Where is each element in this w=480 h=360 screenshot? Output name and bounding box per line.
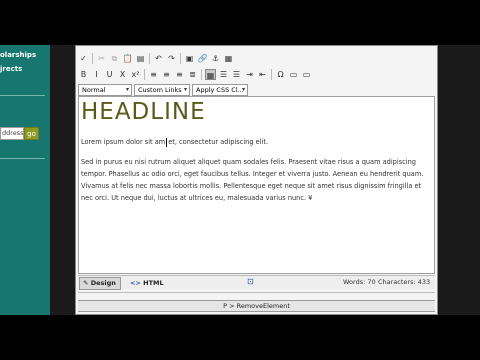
sidebar-divider: [0, 158, 45, 159]
design-tab-label: Design: [90, 279, 116, 287]
paste-text-icon[interactable]: ▤: [135, 53, 146, 64]
indent-icon[interactable]: ⇥: [244, 69, 255, 80]
custom-links-select[interactable]: Custom Links: [134, 84, 190, 96]
paragraph-1-text-start: Lorem ipsum dolor sit am: [81, 138, 166, 146]
cut-icon[interactable]: ✂: [96, 53, 107, 64]
outdent-icon[interactable]: ⇤: [257, 69, 268, 80]
headline: HEADLINE: [81, 99, 206, 125]
word-count: Words: 70: [343, 278, 376, 286]
copy-icon[interactable]: ⧉: [109, 53, 120, 64]
html-tab[interactable]: <> HTML: [126, 277, 168, 290]
undo-icon[interactable]: ↶: [153, 53, 164, 64]
go-button[interactable]: go: [24, 127, 39, 140]
superscript-icon[interactable]: x²: [130, 69, 141, 80]
table-icon[interactable]: ▦: [205, 68, 216, 80]
toolbar-separator: [144, 68, 145, 80]
paste-icon[interactable]: 📋: [122, 53, 133, 64]
bold-icon[interactable]: B: [78, 69, 89, 80]
paragraph-1-text-end: et, consectetur adipiscing elit.: [168, 138, 269, 146]
ordered-list-icon[interactable]: ☰: [218, 69, 229, 80]
sidebar-divider: [0, 95, 45, 96]
html-tab-label: HTML: [143, 279, 164, 287]
italic-icon[interactable]: I: [91, 69, 102, 80]
sidebar-link-scholarships[interactable]: olarships: [0, 51, 36, 59]
tag-path-bar[interactable]: P > RemoveElement: [78, 300, 435, 312]
toolbar-separator: [92, 52, 93, 64]
document-manager-icon[interactable]: ▦: [223, 53, 234, 64]
toolbar-row-3: Normal Custom Links Apply CSS Cl...: [78, 83, 248, 97]
hyperlink-manager-icon[interactable]: ⚓: [210, 53, 221, 64]
toolbar-row-1: ✓ ✂ ⧉ 📋 ▤ ↶ ↷ ▣ 🔗 ⚓ ▦: [78, 51, 234, 65]
css-class-select[interactable]: Apply CSS Cl...: [192, 84, 248, 96]
strikethrough-icon[interactable]: X: [117, 69, 128, 80]
sidebar-link-projects[interactable]: jrects: [0, 65, 22, 73]
divider: [78, 292, 435, 293]
design-tab[interactable]: ✎ Design: [79, 277, 121, 290]
spellcheck-icon[interactable]: ✓: [78, 53, 89, 64]
toolbar-separator: [271, 68, 272, 80]
toolbar-separator: [201, 68, 202, 80]
insert-table-icon[interactable]: ▭: [288, 69, 299, 80]
screen-frame: olarships jrects ddress go ✓ ✂ ⧉ 📋 ▤ ↶ ↷ ▣ 🔗 ⚓ ▦ B…: [0, 45, 480, 315]
character-count: Characters: 433: [378, 278, 431, 286]
toolbar-separator: [149, 52, 150, 64]
toolbar-separator: [180, 52, 181, 64]
justify-icon[interactable]: ≣: [187, 69, 198, 80]
align-left-icon[interactable]: ≡: [148, 69, 159, 80]
toolbar-row-2: B I U Xx² ≡ ≡ ≡ ≣ ▦ ☰ ☰ ⇥ ⇤ Ω ▭ ▭: [78, 67, 312, 81]
align-right-icon[interactable]: ≡: [174, 69, 185, 80]
image-icon[interactable]: ▣: [184, 53, 195, 64]
html-icon: <>: [130, 279, 141, 287]
paragraph-format-select[interactable]: Normal: [78, 84, 132, 96]
rich-text-editor: ✓✂⧉📋▤↶↷▣🔗⚓▦ BIUXx²≡≡≡≣▦☰☰⇥⇤Ω▭▭ Normal Cu…: [75, 45, 438, 315]
paragraph-2: Sed in purus eu nisi rutrum aliquet aliq…: [81, 158, 424, 202]
resize-icon[interactable]: ⊡: [247, 277, 254, 286]
more-icon[interactable]: ▭: [301, 69, 312, 80]
link-icon[interactable]: 🔗: [197, 53, 208, 64]
align-center-icon[interactable]: ≡: [161, 69, 172, 80]
status-bar: ✎ Design <> HTML ⊡ Words: 70 Characters:…: [78, 275, 435, 290]
bullet-list-icon[interactable]: ☰: [231, 69, 242, 80]
sidebar-search-input[interactable]: ddress: [0, 127, 24, 140]
sidebar: olarships jrects ddress go: [0, 45, 50, 315]
underline-icon[interactable]: U: [104, 69, 115, 80]
redo-icon[interactable]: ↷: [166, 53, 177, 64]
content-area[interactable]: HEADLINE Lorem ipsum dolor sit am et, con…: [78, 96, 435, 274]
paragraph-1: Lorem ipsum dolor sit am et, consectetur …: [81, 136, 432, 148]
special-chars-icon[interactable]: Ω: [275, 69, 286, 80]
